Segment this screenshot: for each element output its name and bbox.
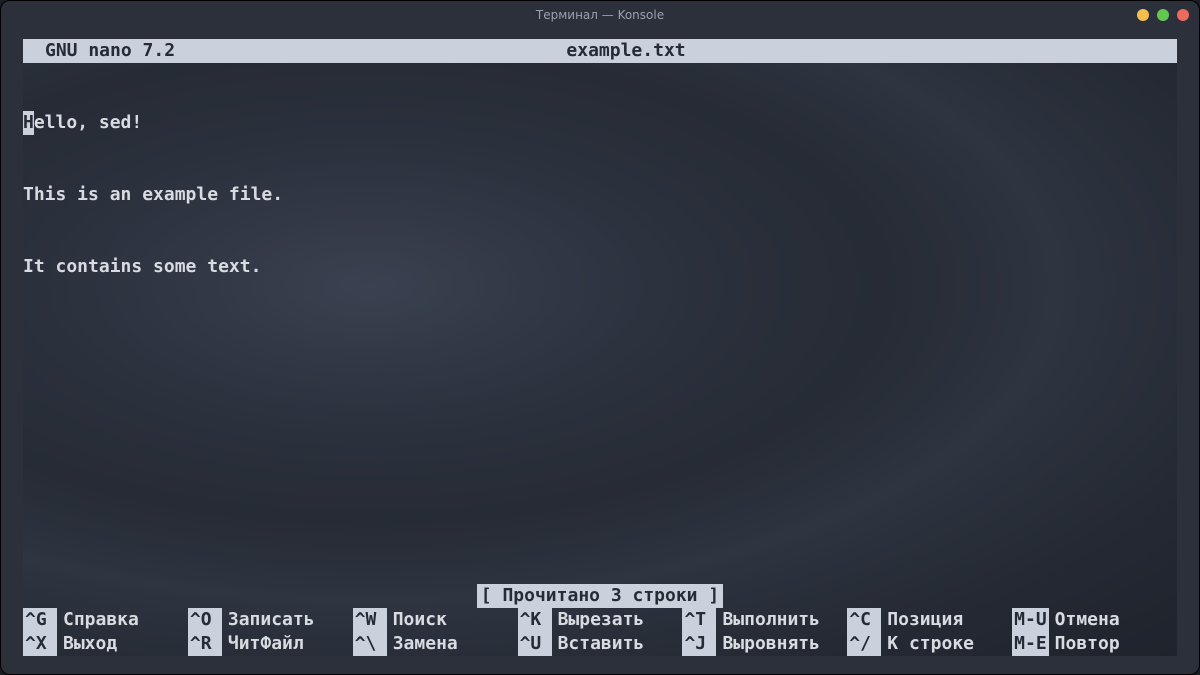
nano-shortcut[interactable]: ^CПозиция — [847, 608, 1012, 632]
nano-shortcut[interactable]: ^WПоиск — [353, 608, 518, 632]
nano-shortcut[interactable]: ^UВставить — [518, 632, 683, 656]
shortcut-label: Вставить — [558, 632, 645, 656]
nano-shortcut[interactable]: ^GСправка — [23, 608, 188, 632]
nano-shortcut[interactable]: ^XВыход — [23, 632, 188, 656]
nano-shortcuts: ^GСправка^OЗаписать^WПоиск^KВырезать^TВы… — [23, 608, 1177, 656]
shortcut-key: ^T — [682, 608, 716, 632]
close-icon[interactable] — [1177, 9, 1189, 21]
shortcut-label: Позиция — [887, 608, 963, 632]
nano-shortcut-row: ^XВыход^RЧитФайл^\Замена^UВставить^JВыро… — [23, 632, 1177, 656]
shortcut-label: Повтор — [1055, 632, 1120, 656]
nano-shortcut[interactable]: M-EПовтор — [1012, 632, 1177, 656]
shortcut-key: ^J — [682, 632, 716, 656]
shortcut-key: M-E — [1012, 632, 1049, 656]
shortcut-key: ^X — [23, 632, 57, 656]
shortcut-key: ^O — [188, 608, 222, 632]
shortcut-label: Замена — [393, 632, 458, 656]
shortcut-key: ^/ — [847, 632, 881, 656]
shortcut-label: Записать — [228, 608, 315, 632]
nano-shortcut[interactable]: M-UОтмена — [1012, 608, 1177, 632]
nano-status-message: [ Прочитано 3 строки ] — [477, 584, 723, 608]
editor-line: This is an example file. — [23, 183, 1177, 207]
shortcut-key: M-U — [1012, 608, 1049, 632]
shortcut-key: ^G — [23, 608, 57, 632]
shortcut-label: К строке — [887, 632, 974, 656]
text-cursor: H — [23, 111, 34, 135]
shortcut-key: ^U — [518, 632, 552, 656]
window-controls — [1137, 1, 1189, 29]
shortcut-label: Справка — [63, 608, 139, 632]
shortcut-key: ^R — [188, 632, 222, 656]
nano-editor-area[interactable]: Hello, sed! This is an example file. It … — [23, 63, 1177, 327]
nano-shortcut[interactable]: ^\Замена — [353, 632, 518, 656]
shortcut-key: ^C — [847, 608, 881, 632]
nano-status-row: [ Прочитано 3 строки ] — [23, 584, 1177, 608]
shortcut-label: ЧитФайл — [228, 632, 304, 656]
nano-shortcut-row: ^GСправка^OЗаписать^WПоиск^KВырезать^TВы… — [23, 608, 1177, 632]
nano-shortcut[interactable]: ^KВырезать — [518, 608, 683, 632]
window-title: Терминал — Konsole — [536, 3, 664, 27]
shortcut-label: Отмена — [1055, 608, 1120, 632]
terminal-window: Терминал — Konsole GNU nano 7.2 example.… — [0, 0, 1200, 675]
nano-shortcut[interactable]: ^RЧитФайл — [188, 632, 353, 656]
nano-bottom-panel: [ Прочитано 3 строки ] ^GСправка^OЗаписа… — [23, 584, 1177, 656]
nano-shortcut[interactable]: ^JВыровнять — [682, 632, 847, 656]
editor-text: ello, sed! — [34, 112, 142, 133]
nano-shortcut[interactable]: ^/К строке — [847, 632, 1012, 656]
nano-shortcut[interactable]: ^TВыполнить — [682, 608, 847, 632]
window-titlebar[interactable]: Терминал — Konsole — [1, 1, 1199, 29]
shortcut-key: ^W — [353, 608, 387, 632]
shortcut-label: Выход — [63, 632, 117, 656]
terminal-viewport[interactable]: GNU nano 7.2 example.txt Hello, sed! Thi… — [23, 39, 1177, 656]
shortcut-label: Выполнить — [722, 608, 820, 632]
editor-line: Hello, sed! — [23, 111, 1177, 135]
maximize-icon[interactable] — [1157, 9, 1169, 21]
nano-app-name: GNU nano 7.2 — [23, 39, 175, 63]
nano-filename: example.txt — [175, 39, 1177, 63]
minimize-icon[interactable] — [1137, 9, 1149, 21]
shortcut-label: Выровнять — [722, 632, 820, 656]
shortcut-key: ^K — [518, 608, 552, 632]
shortcut-label: Поиск — [393, 608, 447, 632]
shortcut-key: ^\ — [353, 632, 387, 656]
shortcut-label: Вырезать — [558, 608, 645, 632]
nano-header-bar: GNU nano 7.2 example.txt — [23, 39, 1177, 63]
editor-line: It contains some text. — [23, 255, 1177, 279]
nano-shortcut[interactable]: ^OЗаписать — [188, 608, 353, 632]
